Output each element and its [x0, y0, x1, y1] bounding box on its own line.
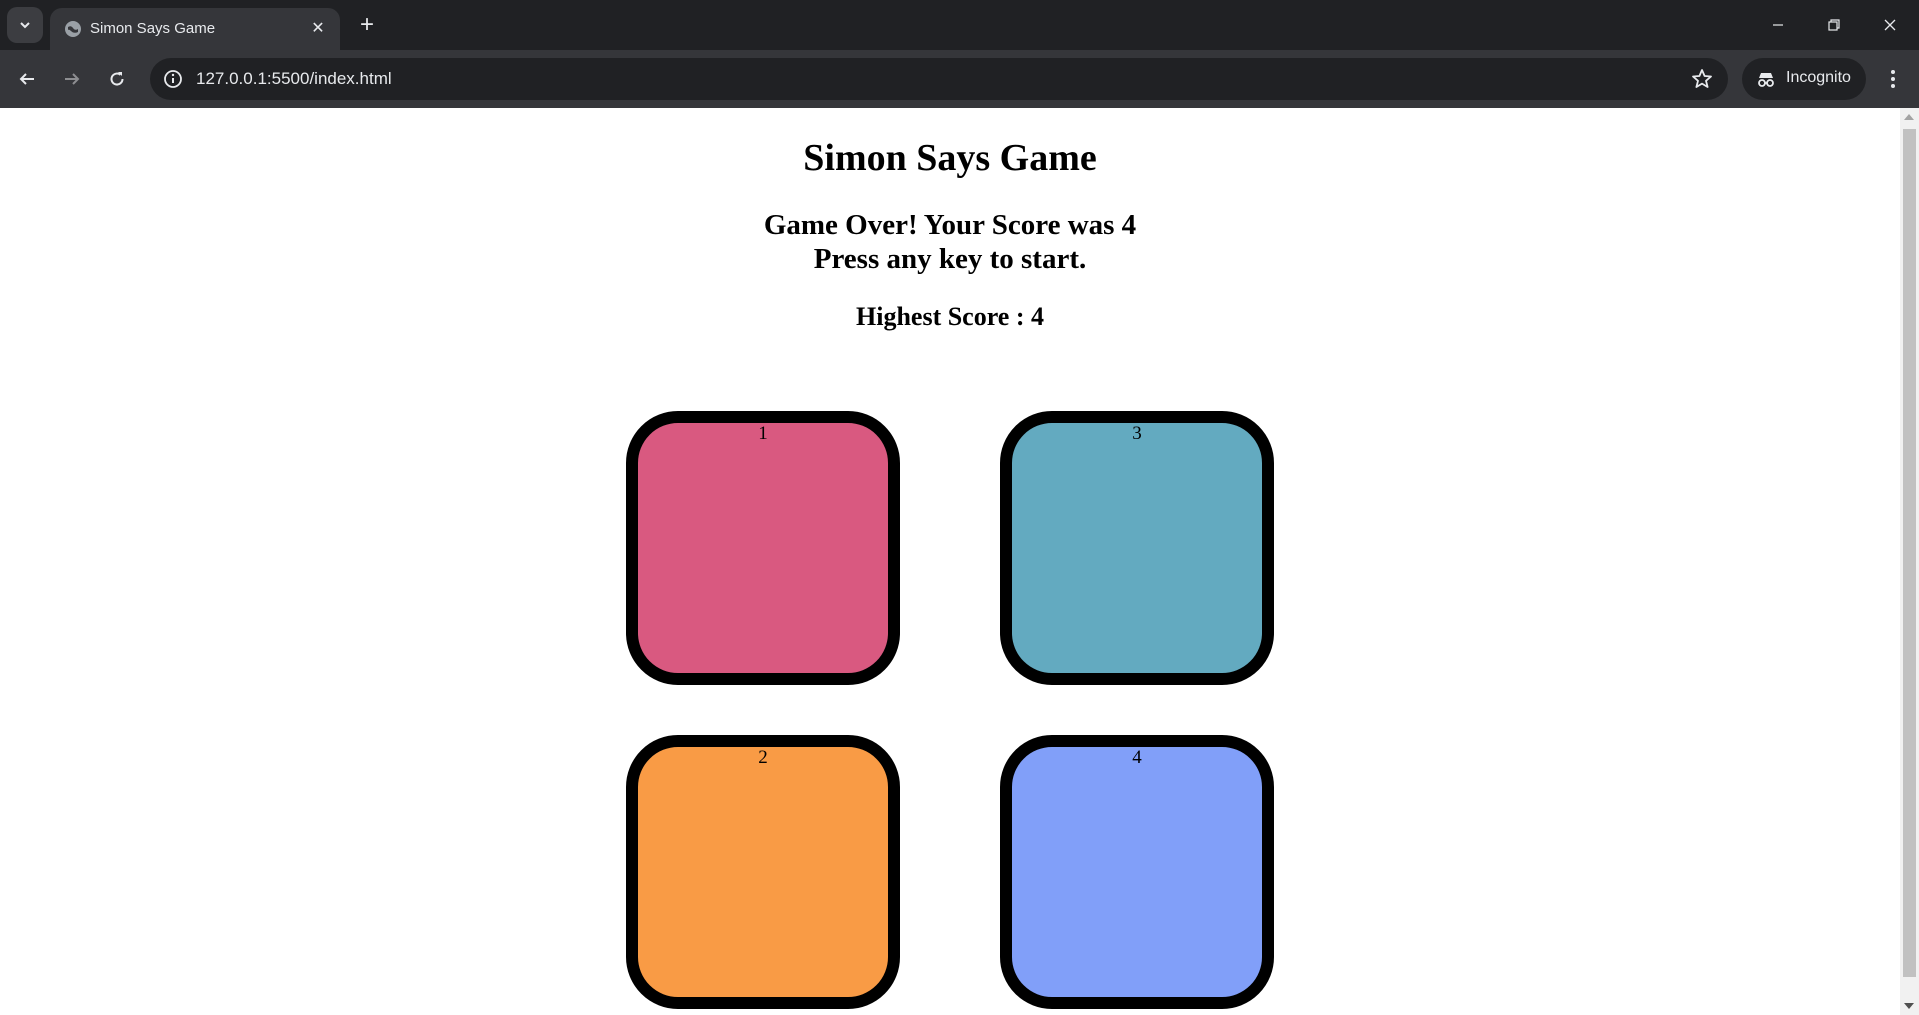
bookmark-star-icon[interactable] [1690, 67, 1714, 91]
restore-icon [1828, 19, 1840, 31]
forward-button[interactable] [55, 62, 89, 96]
back-button[interactable] [10, 62, 44, 96]
simon-button-4[interactable]: 4 [1000, 735, 1274, 1009]
scroll-down-arrow-icon[interactable] [1904, 1003, 1914, 1009]
reload-icon [110, 72, 124, 86]
button-number: 2 [758, 747, 768, 768]
chevron-down-icon [20, 22, 30, 29]
page-scrollbar[interactable] [1900, 108, 1919, 1015]
url-text: 127.0.0.1:5500/index.html [196, 69, 392, 88]
simon-button-3[interactable]: 3 [1000, 411, 1274, 685]
address-bar[interactable]: 127.0.0.1:5500/index.html [150, 58, 1728, 100]
info-icon[interactable] [162, 68, 184, 90]
button-number: 1 [758, 423, 768, 444]
new-tab-button[interactable]: + [352, 10, 382, 40]
arrow-left-icon [19, 73, 34, 85]
button-number: 3 [1132, 423, 1142, 444]
tab-title: Simon Says Game [90, 20, 216, 37]
scroll-up-arrow-icon[interactable] [1904, 114, 1914, 120]
close-tab-icon[interactable]: ✕ [306, 16, 330, 40]
incognito-label: Incognito [1786, 69, 1851, 86]
globe-icon [65, 21, 81, 37]
minimize-icon [1773, 24, 1783, 26]
simon-button-1[interactable]: 1 [626, 411, 900, 685]
browser-menu-button[interactable] [1878, 62, 1908, 96]
minimize-button[interactable] [1750, 0, 1806, 50]
tab-search-button[interactable] [7, 7, 43, 43]
status-prompt: Press any key to start. [813, 243, 1087, 275]
restore-button[interactable] [1806, 0, 1862, 50]
close-icon [1884, 19, 1896, 31]
simon-button-2[interactable]: 2 [626, 735, 900, 1009]
page-title: Simon Says Game [803, 137, 1097, 179]
incognito-indicator[interactable]: Incognito [1742, 58, 1866, 100]
highest-score: Highest Score : 4 [856, 302, 1044, 331]
status-score: Game Over! Your Score was 4 [763, 209, 1137, 241]
more-vertical-icon [1891, 70, 1895, 88]
browser-tab[interactable]: Simon Says Game ✕ [50, 8, 340, 50]
incognito-icon [1758, 73, 1774, 87]
tab-strip: Simon Says Game ✕ + [0, 0, 1919, 50]
reload-button[interactable] [100, 62, 134, 96]
browser-toolbar: 127.0.0.1:5500/index.html Incognito [0, 50, 1919, 108]
close-window-button[interactable] [1862, 0, 1918, 50]
button-number: 4 [1132, 747, 1142, 768]
page-viewport: Simon Says Game Game Over! Your Score wa… [0, 108, 1900, 1015]
arrow-right-icon [65, 73, 80, 85]
game-status: Game Over! Your Score was 4 Press any ke… [0, 208, 1900, 276]
scrollbar-thumb[interactable] [1903, 129, 1916, 977]
